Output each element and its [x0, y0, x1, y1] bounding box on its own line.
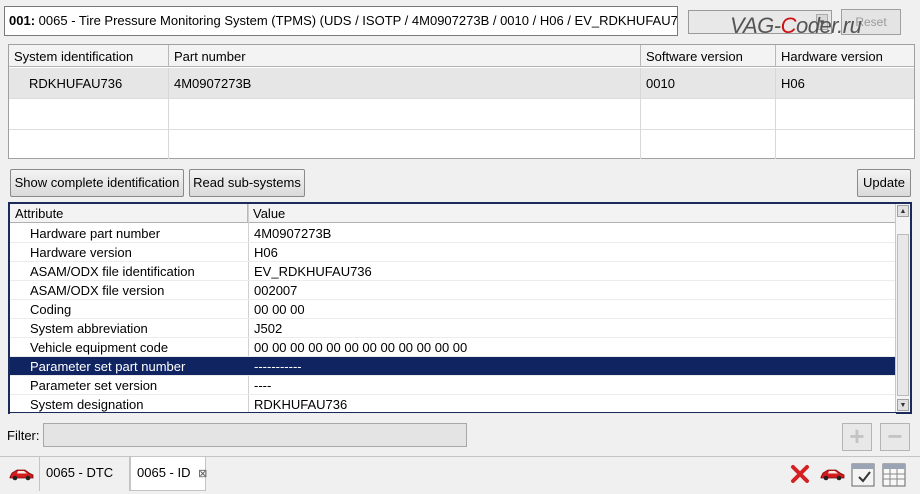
table-icon[interactable]: [882, 463, 906, 487]
table-cell: 4M0907273B: [169, 68, 641, 99]
tab-bar: 0065 - DTC 0065 - ID ⊠: [0, 456, 920, 494]
attribute-name: System abbreviation: [30, 321, 148, 336]
column-header[interactable]: Attribute: [10, 204, 248, 223]
attribute-name: Parameter set part number: [30, 359, 186, 374]
attribute-name: Parameter set version: [30, 378, 158, 393]
identification-table: System identification Part number Softwa…: [8, 44, 915, 159]
table-row[interactable]: Parameter set version ----: [10, 376, 896, 395]
tab-close-icon[interactable]: ⊠: [198, 468, 207, 480]
attribute-value: J502: [254, 321, 283, 336]
tab-0065-id[interactable]: 0065 - ID ⊠: [130, 457, 207, 491]
checklist-icon[interactable]: [851, 463, 875, 487]
table-cell: [776, 130, 914, 159]
filter-label: Filter:: [7, 428, 40, 443]
column-header[interactable]: System identification: [9, 45, 169, 67]
scroll-up-icon[interactable]: ▲: [897, 205, 909, 217]
attribute-name: System designation: [30, 397, 144, 412]
home-tab[interactable]: [0, 457, 40, 491]
table-cell: [776, 99, 914, 130]
tab-label: 0065 - ID: [137, 465, 191, 480]
attribute-value: 4M0907273B: [254, 226, 332, 241]
module-description: 0065 - Tire Pressure Monitoring System (…: [38, 13, 678, 28]
watermark-logo: VAG-Coder.ru: [730, 13, 862, 38]
table-cell: 0010: [641, 68, 776, 99]
table-row[interactable]: System designation RDKHUFAU736: [10, 395, 896, 414]
table-row[interactable]: System abbreviation J502: [10, 319, 896, 338]
module-number: 001:: [9, 13, 36, 28]
attribute-value: 00 00 00 00 00 00 00 00 00 00 00 00: [254, 340, 468, 355]
update-button[interactable]: Update: [857, 169, 911, 197]
table-row[interactable]: Hardware part number 4M0907273B: [10, 224, 896, 243]
table-header: Attribute Value: [10, 204, 896, 223]
scroll-down-icon[interactable]: ▼: [897, 399, 909, 411]
table-cell: [169, 99, 641, 130]
table-row[interactable]: ASAM/ODX file version 002007: [10, 281, 896, 300]
attribute-value: H06: [254, 245, 278, 260]
attribute-name: Hardware part number: [30, 226, 161, 241]
attribute-name: ASAM/ODX file identification: [30, 264, 195, 279]
table-row[interactable]: Parameter set part number -----------: [10, 357, 896, 376]
filter-input[interactable]: [43, 423, 467, 447]
attribute-value: RDKHUFAU736: [254, 397, 348, 412]
car-icon: [9, 469, 34, 481]
attribute-name: ASAM/ODX file version: [30, 283, 165, 298]
table-cell: RDKHUFAU736: [9, 68, 169, 99]
attribute-value: 00 00 00: [254, 302, 305, 317]
attribute-name: Coding: [30, 302, 72, 317]
table-cell: [169, 130, 641, 159]
table-row[interactable]: [9, 99, 914, 130]
car-icon[interactable]: [819, 467, 845, 481]
read-sub-systems-button[interactable]: Read sub-systems: [189, 169, 305, 197]
table-row[interactable]: RDKHUFAU736 4M0907273B 0010 H06: [9, 68, 914, 99]
table-row[interactable]: Vehicle equipment code 00 00 00 00 00 00 …: [10, 338, 896, 357]
remove-filter-button[interactable]: −: [880, 423, 910, 451]
vertical-scrollbar[interactable]: ▲ ▼: [895, 204, 910, 412]
table-cell: [9, 130, 169, 159]
module-title-field: 001: 0065 - Tire Pressure Monitoring Sys…: [4, 6, 678, 36]
add-filter-button[interactable]: +: [842, 423, 872, 451]
table-cell: [641, 99, 776, 130]
table-row[interactable]: [9, 130, 914, 159]
column-header[interactable]: Value: [248, 204, 896, 223]
table-cell: [9, 99, 169, 130]
attribute-value: ----: [254, 378, 272, 393]
attribute-value: 002007: [254, 283, 298, 298]
table-row[interactable]: Coding 00 00 00: [10, 300, 896, 319]
table-cell: [641, 130, 776, 159]
scroll-thumb[interactable]: [897, 234, 909, 396]
tab-label: 0065 - DTC: [46, 465, 114, 480]
show-complete-identification-button[interactable]: Show complete identification: [10, 169, 184, 197]
attribute-name: Vehicle equipment code: [30, 340, 169, 355]
table-row[interactable]: Hardware version H06: [10, 243, 896, 262]
table-header: System identification Part number Softwa…: [9, 45, 914, 67]
table-cell: H06: [781, 76, 805, 91]
attribute-name: Hardware version: [30, 245, 132, 260]
tab-0065-dtc[interactable]: 0065 - DTC: [40, 457, 130, 491]
attribute-value: -----------: [254, 359, 302, 374]
attribute-table: Attribute Value Hardware part number 4M09…: [8, 202, 912, 414]
column-header[interactable]: Part number: [169, 45, 641, 67]
delete-x-icon[interactable]: [790, 464, 810, 484]
attribute-value: EV_RDKHUFAU736: [254, 264, 372, 279]
column-header[interactable]: Hardware version: [776, 45, 914, 67]
column-header[interactable]: Software version: [641, 45, 776, 67]
table-row[interactable]: ASAM/ODX file identification EV_RDKHUFAU7…: [10, 262, 896, 281]
